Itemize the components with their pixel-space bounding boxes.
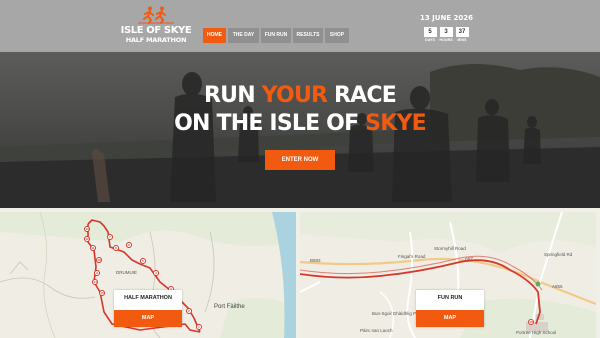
route-marker-6: 6: [126, 242, 132, 248]
route-marker-5: 5: [140, 258, 146, 264]
label-b883: B883: [310, 258, 321, 263]
countdown-days-label: DAYS: [425, 38, 435, 42]
runners-icon: [138, 6, 174, 24]
route-marker-14: 14: [92, 279, 98, 285]
nav-the-day[interactable]: THE DAY: [228, 28, 259, 43]
countdown-days-value: 5: [423, 27, 437, 37]
route-marker-12: 12: [84, 236, 90, 242]
route-marker-1: 1: [196, 324, 202, 330]
route-marker-4: 4: [153, 270, 159, 276]
countdown-hours-value: 3: [439, 27, 453, 37]
fun-run-map-button[interactable]: MAP: [416, 310, 484, 327]
route-marker-13: 13: [84, 226, 90, 232]
site-logo[interactable]: ISLE OF SKYE HALF MARATHON: [118, 6, 194, 48]
route-marker-10: 10: [96, 257, 102, 263]
hero-line-1-accent: YOUR: [261, 83, 328, 108]
place-drumuie: DRUMUIE: [116, 270, 137, 275]
label-stormyhill-road: Stormyhill Road: [434, 246, 466, 251]
nav-results[interactable]: RESULTS: [293, 28, 323, 43]
race-countdown: 13 JUNE 2026 5 DAYS 3 HOURS 37 MINS: [420, 14, 474, 43]
hero-line-2-pre: ON THE ISLE OF: [174, 111, 366, 136]
countdown-days: 5 DAYS: [423, 27, 437, 43]
hero-line-1: RUN YOUR RACE: [0, 82, 600, 110]
logo-subtitle: HALF MARATHON: [125, 36, 187, 44]
site-header: ISLE OF SKYE HALF MARATHON HOME THE DAY …: [0, 0, 600, 52]
label-springfield-road: Springfield Rd: [544, 252, 573, 257]
route-marker-15: 15: [99, 290, 105, 296]
hero-banner: RUN YOUR RACE ON THE ISLE OF SKYE ENTER …: [0, 52, 600, 208]
fun-run-card: FUN RUN MAP: [416, 290, 484, 327]
hero-headline: RUN YOUR RACE ON THE ISLE OF SKYE: [0, 82, 600, 138]
hero-line-1-pre: RUN: [204, 83, 262, 108]
nav-fun-run[interactable]: FUN RUN: [261, 28, 291, 43]
countdown-mins-value: 37: [455, 27, 469, 37]
fun-run-map[interactable]: B883 Fingal's Road Stormyhill Road A87 S…: [300, 212, 596, 338]
route-marker-8: 8: [113, 245, 119, 251]
fun-run-title: FUN RUN: [437, 295, 463, 301]
main-nav: HOME THE DAY FUN RUN RESULTS SHOP: [203, 28, 349, 43]
hero-line-2: ON THE ISLE OF SKYE: [0, 110, 600, 138]
hero-line-1-post: RACE: [327, 83, 397, 108]
half-marathon-map[interactable]: 13 12 11 10 9 14 15 8 7 6 5 4 3 2 1 DRUM…: [0, 212, 296, 338]
fun-run-marker-15: 15: [528, 319, 534, 325]
route-marker-9: 9: [94, 270, 100, 276]
half-marathon-map-button[interactable]: MAP: [114, 310, 182, 327]
label-fingal-road: Fingal's Road: [398, 254, 426, 259]
route-maps: 13 12 11 10 9 14 15 8 7 6 5 4 3 2 1 DRUM…: [0, 208, 600, 338]
countdown-mins: 37 MINS: [455, 27, 469, 43]
route-marker-2: 2: [186, 308, 192, 314]
hero-line-2-accent: SKYE: [365, 111, 426, 136]
nav-shop[interactable]: SHOP: [325, 28, 349, 43]
enter-now-button[interactable]: ENTER NOW: [265, 150, 335, 170]
countdown-mins-label: MINS: [457, 38, 467, 42]
nav-home[interactable]: HOME: [203, 28, 226, 43]
label-portree-high-school: Portree High School: [516, 330, 557, 335]
label-a87: A87: [465, 256, 474, 261]
half-marathon-card: HALF MARATHON MAP: [114, 290, 182, 327]
route-marker-7: 7: [107, 234, 113, 240]
label-pairc-nan-laoch: Pàirc nan Laoch: [360, 328, 393, 333]
half-marathon-title: HALF MARATHON: [124, 295, 172, 301]
race-date: 13 JUNE 2026: [420, 14, 474, 22]
countdown-hours: 3 HOURS: [439, 27, 453, 43]
place-portree: Port Fàilthe: [214, 304, 245, 310]
route-marker-11: 11: [90, 245, 96, 251]
countdown-hours-label: HOURS: [439, 38, 453, 42]
countdown-boxes: 5 DAYS 3 HOURS 37 MINS: [420, 27, 472, 43]
logo-title: ISLE OF SKYE: [120, 25, 192, 36]
label-a855: A855: [552, 284, 563, 289]
